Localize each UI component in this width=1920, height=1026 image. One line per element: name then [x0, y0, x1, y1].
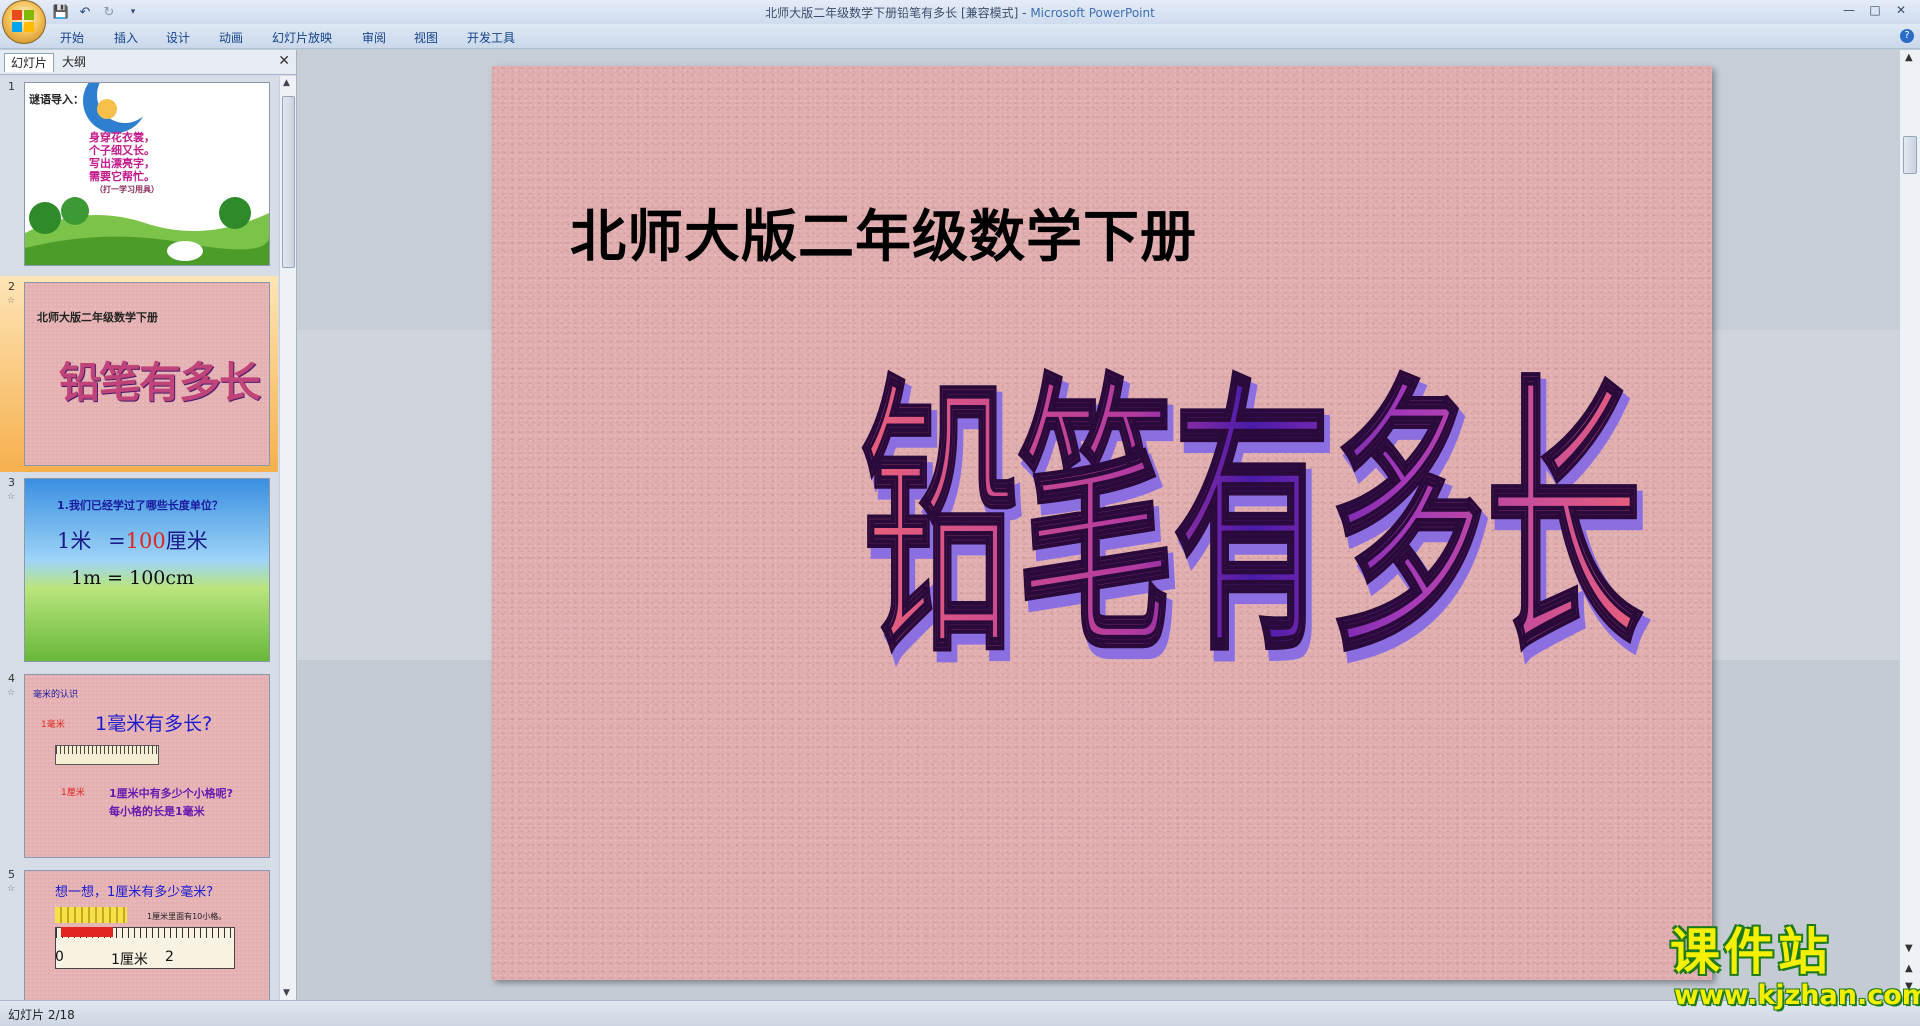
scroll-down-icon[interactable]: ▼ [283, 988, 290, 998]
riddle-hint: （打一学习用具） [95, 185, 159, 194]
thumb-title: 谜语导入： [29, 93, 84, 106]
wordart-text: 铅笔有多长 [862, 352, 1642, 690]
slide-number: 5 [8, 868, 15, 881]
thumb-tag: 毫米的认识 [33, 690, 79, 700]
highlight-bar [61, 927, 113, 937]
riddle-lines: 身穿花衣裳， 个子细又长。 写出漂亮字， 需要它帮忙。 （打一学习用具） [89, 131, 159, 196]
tab-slideshow[interactable]: 幻灯片放映 [272, 29, 332, 46]
slide-number: 4 [8, 672, 15, 685]
ruler-label-2: 2 [165, 949, 174, 965]
riddle-line: 个子细又长。 [89, 144, 155, 157]
slide-thumbnail-5[interactable]: 5 ☆ 想一想，1厘米有多少毫米? 1厘米里面有10小格。 0 1厘米 2 [0, 864, 278, 1000]
animation-star-icon: ☆ [7, 492, 16, 502]
thumb-note: 1厘米里面有10小格。 [147, 912, 227, 921]
watermark-brand: 课件站 [1670, 923, 1832, 981]
app-name: Microsoft PowerPoint [1030, 6, 1155, 20]
eq-number: 100 [125, 529, 166, 553]
slide-editing-area: 北师大版二年级数学下册 铅笔有多长 铅笔有多长 [297, 50, 1900, 1000]
thumb-heading: 1毫米有多长? [95, 713, 213, 735]
thumbnail-canvas: 1.我们已经学过了哪些长度单位？ 1米 =100厘米 1m = 100cm [24, 478, 270, 662]
wordart-title[interactable]: 铅笔有多长 铅笔有多长 [492, 66, 1712, 980]
thumb-line-1: 1厘米中有多少个小格呢? [109, 787, 234, 800]
animation-star-icon: ☆ [7, 688, 16, 698]
current-slide[interactable]: 北师大版二年级数学下册 铅笔有多长 铅笔有多长 [492, 66, 1712, 980]
ribbon-tabs: 开始 插入 设计 动画 幻灯片放映 审阅 视图 开发工具 [0, 24, 1920, 49]
ruler-label-1: 1厘米 [111, 952, 148, 968]
thumbnail-canvas: 北师大版二年级数学下册 铅笔有多长 [24, 282, 270, 466]
maximize-icon[interactable]: □ [1862, 0, 1888, 20]
thumbnail-canvas: 谜语导入： 身穿花衣裳， 个子细又长。 写出漂亮字， 需要它帮忙。 （打一学习用… [24, 82, 270, 266]
site-watermark: 课件站 www.kjzhan.com [1670, 924, 1920, 1011]
tab-design[interactable]: 设计 [166, 29, 190, 46]
slide-counter: 幻灯片 2/18 [8, 1008, 75, 1022]
label-mm: 1毫米 [41, 720, 65, 730]
tab-developer[interactable]: 开发工具 [467, 29, 515, 46]
scroll-thumb[interactable] [1903, 136, 1917, 174]
riddle-line: 需要它帮忙。 [89, 170, 155, 183]
scroll-up-icon[interactable]: ▲ [1905, 52, 1913, 63]
thumb-subtitle: 北师大版二年级数学下册 [37, 311, 158, 324]
slide-thumbnail-3[interactable]: 3 ☆ 1.我们已经学过了哪些长度单位？ 1米 =100厘米 1m = 100c… [0, 472, 278, 668]
animation-star-icon: ☆ [7, 884, 16, 894]
minimize-icon[interactable]: — [1836, 0, 1862, 20]
animation-star-icon: ☆ [7, 296, 16, 306]
slide-number: 1 [8, 80, 15, 93]
tab-animation[interactable]: 动画 [219, 29, 243, 46]
slide-thumbnail-1[interactable]: 1 谜语导入： 身穿花衣裳， 个子细又长。 写出漂亮字， 需要它帮忙。 （打一学… [0, 76, 278, 272]
slide-thumbnail-4[interactable]: 4 ☆ 毫米的认识 1毫米有多长? 1毫米 1厘米 1厘米中有多少个小格呢? 每… [0, 668, 278, 864]
window-controls: — □ ✕ [1836, 0, 1914, 20]
tab-view[interactable]: 视图 [414, 29, 438, 46]
ruler-icon [55, 745, 159, 765]
pencils-icon [55, 907, 127, 923]
scroll-up-icon[interactable]: ▲ [283, 78, 290, 88]
thumbnail-canvas: 想一想，1厘米有多少毫米? 1厘米里面有10小格。 0 1厘米 2 [24, 870, 270, 1000]
main-scrollbar[interactable]: ▲ ▼ ▲ ▼ [1899, 50, 1920, 1000]
thumb-question: 1.我们已经学过了哪些长度单位？ [57, 499, 223, 512]
thumb-line-2: 每小格的长是1毫米 [109, 805, 205, 818]
window-title: 北师大版二年级数学下册铅笔有多长 [兼容模式] - Microsoft Powe… [0, 4, 1920, 21]
slides-pane: 幻灯片 大纲 ✕ 1 谜语导入： 身穿花衣裳， 个子细又长。 写出漂亮字， 需要… [0, 50, 297, 1000]
help-icon[interactable]: ? [1900, 29, 1914, 43]
office-button[interactable] [2, 0, 46, 44]
thumb-title: 铅笔有多长 [59, 358, 261, 407]
ruler-label-0: 0 [55, 949, 64, 965]
riddle-line: 身穿花衣裳， [89, 131, 155, 144]
thumb-heading: 想一想，1厘米有多少毫米? [55, 885, 214, 900]
tab-slides[interactable]: 幻灯片 [4, 53, 55, 72]
slide-number: 2 [8, 280, 15, 293]
document-title: 北师大版二年级数学下册铅笔有多长 [兼容模式] - [765, 6, 1031, 20]
office-logo-icon [12, 10, 36, 34]
eq-sign: = [108, 529, 126, 553]
slide-number: 3 [8, 476, 15, 489]
tab-outline[interactable]: 大纲 [56, 53, 92, 71]
scroll-thumb[interactable] [282, 96, 295, 268]
eq-unit: 厘米 [165, 529, 208, 553]
thumb-equation-1: 1米 =100厘米 [57, 525, 208, 555]
slide-thumbnail-list: 1 谜语导入： 身穿花衣裳， 个子细又长。 写出漂亮字， 需要它帮忙。 （打一学… [0, 76, 278, 1000]
close-icon[interactable]: ✕ [1888, 0, 1914, 20]
close-pane-icon[interactable]: ✕ [278, 53, 290, 69]
slide-thumbnail-2[interactable]: 2 ☆ 北师大版二年级数学下册 铅笔有多长 [0, 276, 278, 472]
thumbnail-canvas: 毫米的认识 1毫米有多长? 1毫米 1厘米 1厘米中有多少个小格呢? 每小格的长… [24, 674, 270, 858]
thumb-equation-2: 1m = 100cm [71, 567, 195, 589]
pane-scrollbar[interactable]: ▲ ▼ [279, 76, 296, 1000]
tab-insert[interactable]: 插入 [114, 29, 138, 46]
watermark-url: www.kjzhan.com [1674, 980, 1920, 1011]
tab-review[interactable]: 审阅 [362, 29, 386, 46]
riddle-line: 写出漂亮字， [89, 157, 155, 170]
label-cm: 1厘米 [61, 788, 85, 798]
eq-left: 1米 [57, 529, 92, 553]
status-bar: 幻灯片 2/18 [0, 1000, 1920, 1026]
pane-tabs: 幻灯片 大纲 ✕ [0, 50, 296, 75]
tab-home[interactable]: 开始 [60, 29, 84, 46]
title-bar: 💾 ↶ ↻ ▾ 北师大版二年级数学下册铅笔有多长 [兼容模式] - Micros… [0, 0, 1920, 44]
